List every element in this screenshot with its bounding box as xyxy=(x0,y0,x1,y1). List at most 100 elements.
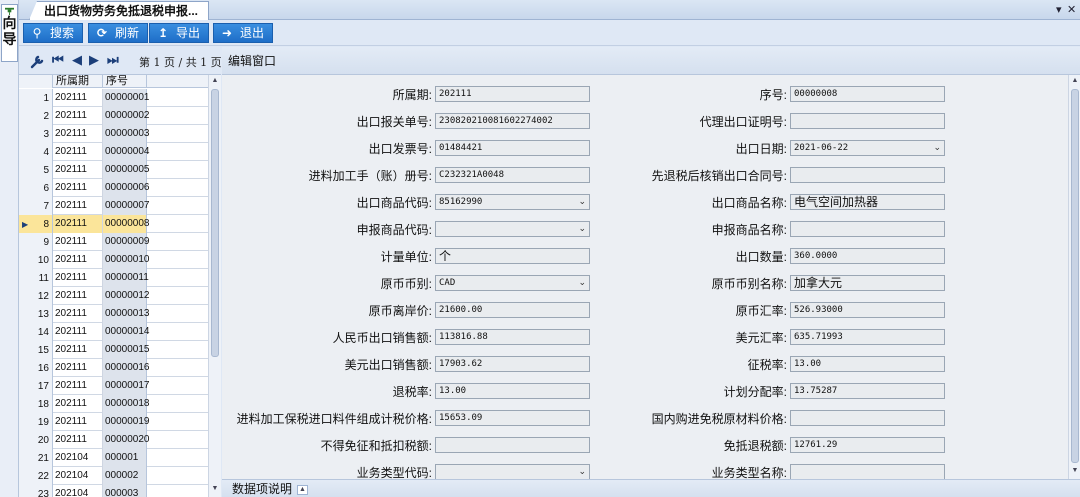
table-row[interactable]: 1 202111 00000001 xyxy=(19,89,208,107)
cell-period[interactable]: 202111 xyxy=(53,179,103,197)
cell-period[interactable]: 202111 xyxy=(53,305,103,323)
cell-seq[interactable]: 00000015 xyxy=(103,341,150,359)
scroll-down-icon[interactable]: ▼ xyxy=(1069,467,1080,474)
cell-seq[interactable]: 00000005 xyxy=(103,161,150,179)
cell-seq[interactable]: 00000011 xyxy=(103,269,149,287)
tab-menu-icon[interactable]: ▾ xyxy=(1056,3,1062,17)
tab-declaration[interactable]: 出口货物劳务免抵退税申报... xyxy=(29,1,210,20)
cell-period[interactable]: 202111 xyxy=(53,233,103,251)
field-input[interactable]: 360.0000 xyxy=(790,248,945,264)
cell-seq[interactable]: 00000008 xyxy=(103,215,150,233)
field-input[interactable]: 00000008 xyxy=(790,86,945,102)
table-row[interactable]: 3 202111 00000003 xyxy=(19,125,208,143)
column-header-period[interactable]: 所属期 xyxy=(53,75,103,88)
field-input[interactable] xyxy=(790,221,945,237)
cell-period[interactable]: 202111 xyxy=(53,431,103,449)
table-row[interactable]: 20 202111 00000020 xyxy=(19,431,208,449)
expand-up-icon[interactable]: ▲ xyxy=(297,484,309,495)
field-input[interactable] xyxy=(790,113,945,129)
field-input[interactable]: 230820210081602274002 xyxy=(435,113,590,129)
pin-icon[interactable] xyxy=(5,6,14,15)
cell-seq[interactable]: 00000004 xyxy=(103,143,150,161)
field-input[interactable]: 202111 xyxy=(435,86,590,102)
table-row[interactable]: 15 202111 00000015 xyxy=(19,341,208,359)
cell-period[interactable]: 202111 xyxy=(53,143,103,161)
cell-seq[interactable]: 00000017 xyxy=(103,377,150,395)
cell-period[interactable]: 202111 xyxy=(53,125,103,143)
cell-seq[interactable]: 000002 xyxy=(103,467,147,485)
table-row[interactable]: 2 202111 00000002 xyxy=(19,107,208,125)
field-input[interactable]: 01484421 xyxy=(435,140,590,156)
field-input[interactable] xyxy=(790,167,945,183)
cell-seq[interactable]: 00000010 xyxy=(103,251,150,269)
table-row[interactable]: 13 202111 00000013 xyxy=(19,305,208,323)
form-scroll-thumb[interactable] xyxy=(1071,89,1079,463)
cell-seq[interactable]: 00000013 xyxy=(103,305,150,323)
field-input[interactable]: 17903.62 xyxy=(435,356,590,372)
table-row[interactable]: 6 202111 00000006 xyxy=(19,179,208,197)
cell-period[interactable]: 202104 xyxy=(53,467,103,485)
column-header-seq[interactable]: 序号 xyxy=(103,75,147,88)
cell-seq[interactable]: 00000016 xyxy=(103,359,150,377)
table-row[interactable]: 19 202111 00000019 xyxy=(19,413,208,431)
table-row[interactable]: 10 202111 00000010 xyxy=(19,251,208,269)
field-input[interactable] xyxy=(790,410,945,426)
cell-seq[interactable]: 00000012 xyxy=(103,287,150,305)
cell-period[interactable]: 202111 xyxy=(53,341,103,359)
last-page-icon[interactable]: ⏭ xyxy=(107,52,119,68)
field-input[interactable]: 13.00 xyxy=(435,383,590,399)
search-button[interactable]: ⚲ 搜索 xyxy=(23,23,84,43)
field-input[interactable]: 电气空间加热器 xyxy=(790,194,945,210)
cell-period[interactable]: 202111 xyxy=(53,359,103,377)
field-input[interactable]: 113816.88 xyxy=(435,329,590,345)
cell-period[interactable]: 202104 xyxy=(53,485,103,497)
table-row[interactable]: 23 202104 000003 xyxy=(19,485,208,497)
cell-period[interactable]: 202111 xyxy=(53,377,103,395)
cell-seq[interactable]: 00000006 xyxy=(103,179,150,197)
table-row[interactable]: 12 202111 00000012 xyxy=(19,287,208,305)
exit-button[interactable]: ➜ 退出 xyxy=(213,23,274,43)
table-row[interactable]: 7 202111 00000007 xyxy=(19,197,208,215)
field-input[interactable]: 个 xyxy=(435,248,590,264)
chevron-down-icon[interactable]: ⌄ xyxy=(933,141,941,155)
table-row[interactable]: 22 202104 000002 xyxy=(19,467,208,485)
cell-seq[interactable]: 000001 xyxy=(103,449,147,467)
cell-period[interactable]: 202111 xyxy=(53,251,103,269)
field-input[interactable]: 12761.29 xyxy=(790,437,945,453)
cell-seq[interactable]: 00000020 xyxy=(103,431,150,449)
grid-scroll-thumb[interactable] xyxy=(211,89,219,357)
cell-period[interactable]: 202111 xyxy=(53,323,103,341)
cell-period[interactable]: 202104 xyxy=(53,449,103,467)
scroll-up-icon[interactable]: ▲ xyxy=(209,77,221,84)
field-input[interactable] xyxy=(790,464,945,479)
table-row[interactable]: ▶ 8 202111 00000008 xyxy=(19,215,208,233)
table-row[interactable]: 21 202104 000001 xyxy=(19,449,208,467)
cell-seq[interactable]: 00000019 xyxy=(103,413,150,431)
wrench-icon[interactable] xyxy=(30,53,46,69)
cell-period[interactable]: 202111 xyxy=(53,215,103,233)
table-row[interactable]: 17 202111 00000017 xyxy=(19,377,208,395)
cell-seq[interactable]: 00000007 xyxy=(103,197,150,215)
cell-seq[interactable]: 00000003 xyxy=(103,125,150,143)
field-input[interactable]: 635.71993 xyxy=(790,329,945,345)
grid-scrollbar[interactable]: ▲ ▼ xyxy=(208,75,221,497)
form-scrollbar[interactable]: ▲ ▼ xyxy=(1068,75,1080,479)
field-select[interactable]: ⌄ xyxy=(435,221,590,237)
table-row[interactable]: 18 202111 00000018 xyxy=(19,395,208,413)
field-input[interactable]: 526.93000 xyxy=(790,302,945,318)
cell-period[interactable]: 202111 xyxy=(53,89,103,107)
close-icon[interactable]: ✕ xyxy=(1067,3,1076,17)
field-input[interactable]: 21600.00 xyxy=(435,302,590,318)
field-input[interactable]: 加拿大元 xyxy=(790,275,945,291)
field-input[interactable] xyxy=(435,437,590,453)
cell-seq[interactable]: 00000018 xyxy=(103,395,150,413)
cell-period[interactable]: 202111 xyxy=(53,269,103,287)
field-input[interactable]: 15653.09 xyxy=(435,410,590,426)
prev-page-icon[interactable]: ◀ xyxy=(72,52,82,68)
cell-seq[interactable]: 00000002 xyxy=(103,107,150,125)
cell-period[interactable]: 202111 xyxy=(53,161,103,179)
table-row[interactable]: 14 202111 00000014 xyxy=(19,323,208,341)
field-select[interactable]: 85162990 ⌄ xyxy=(435,194,590,210)
cell-period[interactable]: 202111 xyxy=(53,395,103,413)
table-row[interactable]: 5 202111 00000005 xyxy=(19,161,208,179)
